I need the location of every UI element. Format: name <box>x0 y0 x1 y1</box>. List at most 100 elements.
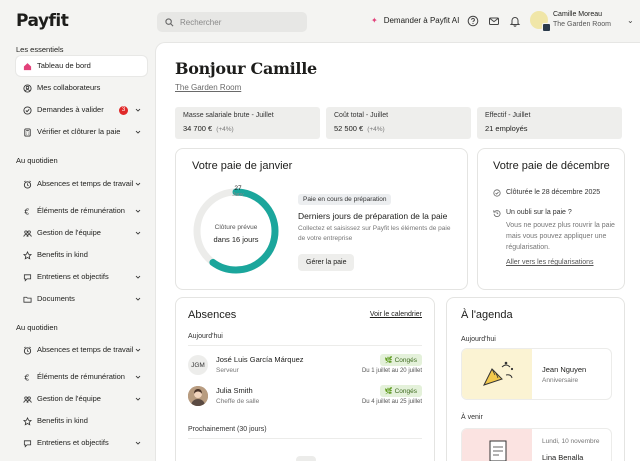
sidebar-item-tableau-de-bord[interactable]: Tableau de bord <box>16 56 147 76</box>
absence-dates: Du 1 juillet au 20 juillet <box>361 368 422 374</box>
home-icon <box>22 61 32 71</box>
sidebar-item-absences-et-temps-de-travail[interactable]: Absences et temps de travail <box>16 336 147 364</box>
sidebar-item-elements-de-remuneration[interactable]: € Éléments de rémunération <box>16 201 147 221</box>
sidebar-item-label: Tableau de bord <box>37 61 91 70</box>
user-menu[interactable]: Camille Moreau The Garden Room ⌄ <box>530 10 634 32</box>
chevron-down-icon <box>135 375 141 379</box>
sidebar-item-label: Documents <box>37 294 75 303</box>
section-title-daily-2: Au quotidien <box>16 323 58 332</box>
stat-card-gross-payroll[interactable]: Masse salariale brute - Juillet 34 700 €… <box>175 107 320 139</box>
agenda-item-birthday[interactable]: Jean Nguyen Anniversaire <box>461 348 612 400</box>
sidebar-item-label: Gestion de l'équipe <box>37 228 101 237</box>
sidebar-item-label: Éléments de rémunération <box>37 372 125 381</box>
pay-december-card: Votre paie de décembre Clôturée le 28 dé… <box>477 148 625 290</box>
person-name[interactable]: José Luis García Márquez <box>216 355 304 364</box>
document-icon <box>489 440 507 461</box>
top-bar: Payfit ✦ Demander à Payfit AI Camille Mo… <box>0 0 640 42</box>
help-icon[interactable] <box>467 15 479 27</box>
star-icon <box>22 250 32 260</box>
sidebar-item-gestion-de-l-equipe[interactable]: Gestion de l'équipe <box>16 389 147 409</box>
upcoming-label: Prochainement (30 jours) <box>188 426 267 433</box>
stat-delta: (+4%) <box>367 126 385 133</box>
closed-date: Clôturée le 28 décembre 2025 <box>506 189 601 196</box>
birthday-illustration <box>462 349 532 399</box>
sidebar-item-gestion-de-l-equipe[interactable]: Gestion de l'équipe <box>16 223 147 243</box>
sidebar-item-absences-et-temps-de-travail[interactable]: Absences et temps de travail <box>16 170 147 198</box>
sidebar-item-label: Demandes à valider <box>37 105 104 114</box>
avatar <box>188 386 208 406</box>
stat-card-headcount[interactable]: Effectif - Juillet 21 employés <box>477 107 622 139</box>
chat-icon <box>22 272 32 282</box>
check-circle-icon <box>22 105 32 115</box>
sidebar-item-elements-de-remuneration[interactable]: € Éléments de rémunération <box>16 367 147 387</box>
search-bar[interactable] <box>157 12 307 32</box>
sidebar-item-entretiens-et-objectifs[interactable]: Entretiens et objectifs <box>16 267 147 287</box>
divider <box>188 345 422 346</box>
pay-january-card: Votre paie de janvier 27 Janv Clôture pr… <box>175 148 468 290</box>
company-badge <box>542 23 551 32</box>
conges-badge: 🌿 Congés <box>379 354 422 366</box>
sidebar-item-benefits-in-kind[interactable]: Benefits in kind <box>16 245 147 265</box>
bell-icon[interactable] <box>509 15 521 27</box>
section-title-daily: Au quotidien <box>16 156 58 165</box>
today-label: Aujourd'hui <box>461 336 496 343</box>
donut-value: dans 16 jours <box>213 235 259 244</box>
closed-row: Clôturée le 28 décembre 2025 <box>493 189 600 197</box>
sidebar-item-documents[interactable]: Documents <box>16 289 147 309</box>
stat-delta: (+4%) <box>216 126 234 133</box>
close-day: 27 <box>234 185 242 192</box>
agenda-item-upcoming[interactable]: Lundi, 10 novembre Lina Benalla <box>461 428 612 461</box>
sidebar-item-demandes-a-valider[interactable]: Demandes à valider 3 <box>16 100 147 120</box>
forgot-description: Vous ne pouvez plus rouvrir la paie mais… <box>506 222 615 251</box>
chevron-down-icon <box>135 348 141 352</box>
sidebar-item-label: Éléments de rémunération <box>37 206 125 215</box>
stat-title: Coût total - Juillet <box>334 112 389 119</box>
sidebar-item-label: Absences et temps de travail <box>37 345 134 354</box>
absences-card: Absences Voir le calendrier Aujourd'hui … <box>175 297 435 461</box>
calculator-icon <box>22 127 32 137</box>
sidebar-item-mes-collaborateurs[interactable]: Mes collaborateurs <box>16 78 147 98</box>
avatar <box>530 11 551 32</box>
svg-text:€: € <box>24 207 29 216</box>
person-name[interactable]: Julia Smith <box>216 386 253 395</box>
contract-illustration <box>462 429 532 461</box>
search-input[interactable] <box>180 17 290 27</box>
sidebar-item-entretiens-et-objectifs[interactable]: Entretiens et objectifs <box>16 433 147 453</box>
donut-caption: Clôture prévue <box>214 224 258 231</box>
manage-pay-button[interactable]: Gérer la paie <box>298 254 355 271</box>
party-popper-icon <box>483 361 514 386</box>
pay-description: Collectez et saisissez sur Payfit les él… <box>298 225 451 242</box>
sidebar-item-benefits-in-kind[interactable]: Benefits in kind <box>16 411 147 431</box>
calendar-link[interactable]: Voir le calendrier <box>370 311 422 318</box>
card-title: À l'agenda <box>461 309 513 321</box>
conges-label: Congés <box>394 357 417 364</box>
main-content: Bonjour Camille The Garden Room Masse sa… <box>155 42 640 461</box>
agenda-card: À l'agenda Aujourd'hui Jean Nguyen Anniv… <box>446 297 625 461</box>
person-role: Serveur <box>216 367 239 374</box>
chevron-down-icon <box>135 108 141 112</box>
chevron-down-icon <box>135 182 141 186</box>
mail-icon[interactable] <box>488 15 500 27</box>
payfit-logo[interactable]: Payfit <box>16 11 69 31</box>
stat-value: 34 700 € <box>183 124 213 133</box>
sidebar-item-verifier-et-cloturer-la-paie[interactable]: Vérifier et clôturer la paie <box>16 122 147 142</box>
chevron-down-icon <box>135 275 141 279</box>
regularisation-link[interactable]: Aller vers les régularisations <box>506 259 594 266</box>
leaf-icon: 🌿 <box>384 357 395 364</box>
today-label: Aujourd'hui <box>188 333 223 340</box>
agenda-person-name: Jean Nguyen <box>542 365 587 374</box>
company-link[interactable]: The Garden Room <box>175 83 241 92</box>
sidebar-item-label: Entretiens et objectifs <box>37 438 109 447</box>
folder-icon <box>22 294 32 304</box>
user-company: The Garden Room <box>553 21 611 28</box>
ask-ai-button[interactable]: ✦ Demander à Payfit AI <box>371 16 459 25</box>
stat-title: Effectif - Juillet <box>485 112 531 119</box>
chevron-down-icon <box>135 231 141 235</box>
users-icon <box>22 83 32 93</box>
stat-card-total-cost[interactable]: Coût total - Juillet 52 500 € (+4%) <box>326 107 471 139</box>
person-role: Cheffe de salle <box>216 398 260 405</box>
chevron-down-icon <box>135 130 141 134</box>
alarm-clock-icon <box>22 345 32 355</box>
chevron-down-icon: ⌄ <box>626 15 634 25</box>
chevron-down-icon <box>135 297 141 301</box>
